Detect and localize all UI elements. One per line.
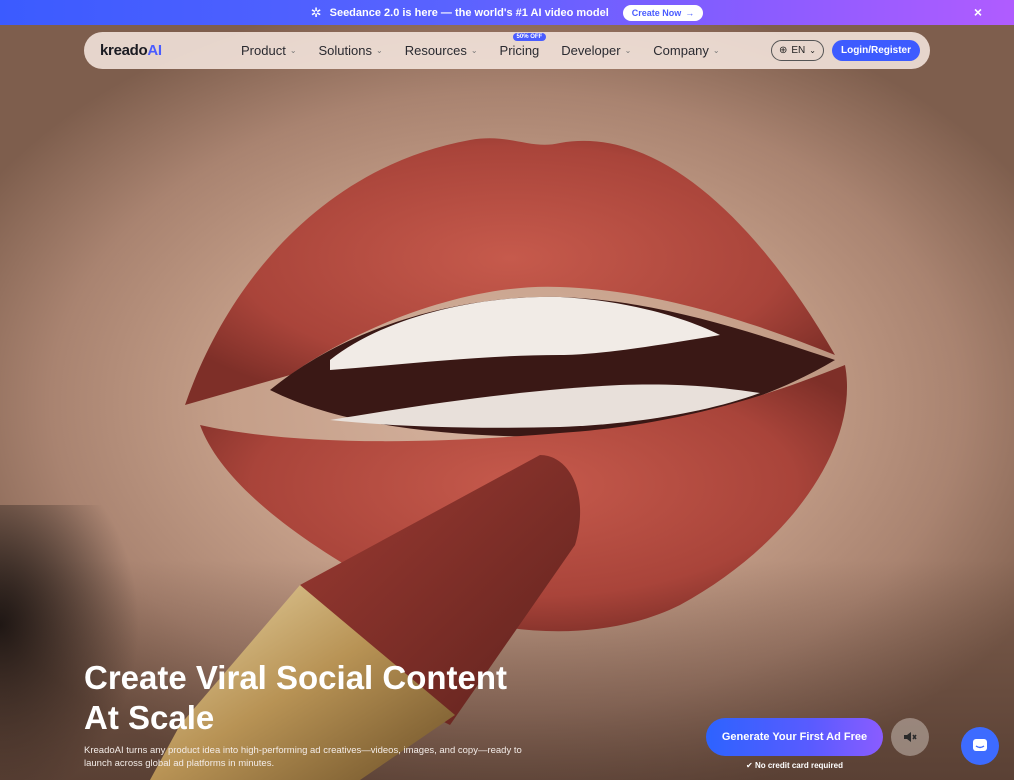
announcement-bar: ✲ Seedance 2.0 is here — the world's #1 … — [0, 0, 1014, 25]
nav-developer[interactable]: Developer ⌄ — [550, 43, 642, 58]
sparkle-icon: ✲ — [310, 5, 322, 20]
chevron-down-icon: ⌄ — [376, 46, 383, 55]
speaker-muted-icon — [904, 732, 917, 742]
no-credit-card-text: No credit card required — [754, 761, 843, 770]
globe-icon: ⊕ — [778, 45, 788, 56]
login-register-button[interactable]: Login/Register — [831, 40, 920, 61]
no-credit-card-note: ✔ No credit card required — [706, 761, 883, 770]
nav-label: Solutions — [318, 43, 372, 58]
check-circle-icon: ✔ — [746, 761, 753, 770]
chevron-down-icon: ⌄ — [470, 46, 478, 55]
nav-solutions[interactable]: Solutions ⌄ — [308, 43, 394, 58]
nav-label: Resources — [404, 43, 467, 58]
hero-subtitle: KreadoAI turns any product idea into hig… — [84, 745, 522, 769]
hero-title-line2: At Scale — [84, 699, 215, 736]
nav-label: Company — [653, 43, 709, 58]
nav-label: Pricing — [499, 43, 540, 58]
nav-resources[interactable]: Resources ⌄ — [394, 43, 489, 58]
mute-button[interactable] — [891, 718, 929, 756]
language-label: EN — [791, 45, 806, 56]
hero-title: Create Viral Social Content At Scale — [84, 658, 554, 738]
generate-ad-button[interactable]: Generate Your First Ad Free — [706, 718, 883, 756]
arrow-right-icon: → — [685, 7, 695, 18]
chat-icon — [973, 739, 987, 751]
logo-ai: AI — [147, 42, 162, 59]
logo-main: kreado — [100, 42, 148, 59]
chat-button[interactable] — [961, 727, 999, 765]
navbar: kreadoAI Product ⌄ Solutions ⌄ Resources… — [84, 32, 930, 69]
create-now-label: Create Now — [631, 7, 682, 18]
nav-product[interactable]: Product ⌄ — [230, 43, 308, 58]
logo[interactable]: kreadoAI — [100, 42, 210, 59]
nav-company[interactable]: Company ⌄ — [642, 43, 730, 58]
language-selector[interactable]: ⊕ EN ⌄ — [770, 40, 824, 61]
nav-label: Developer — [561, 43, 621, 58]
chevron-down-icon: ⌄ — [289, 46, 297, 55]
create-now-button[interactable]: Create Now → — [622, 4, 704, 21]
chevron-down-icon: ⌄ — [712, 46, 720, 55]
hero-title-line1: Create Viral Social Content — [84, 659, 508, 696]
close-icon[interactable]: × — [974, 5, 982, 19]
discount-badge: 50% OFF — [512, 33, 547, 41]
nav-pricing[interactable]: Pricing 50% OFF — [489, 33, 551, 58]
chevron-down-icon: ⌄ — [809, 46, 816, 55]
announcement-text: Seedance 2.0 is here — the world's #1 AI… — [329, 6, 609, 19]
nav-label: Product — [241, 43, 286, 58]
main-nav: Product ⌄ Solutions ⌄ Resources ⌄ Pricin… — [230, 33, 731, 58]
chevron-down-icon: ⌄ — [624, 46, 632, 55]
